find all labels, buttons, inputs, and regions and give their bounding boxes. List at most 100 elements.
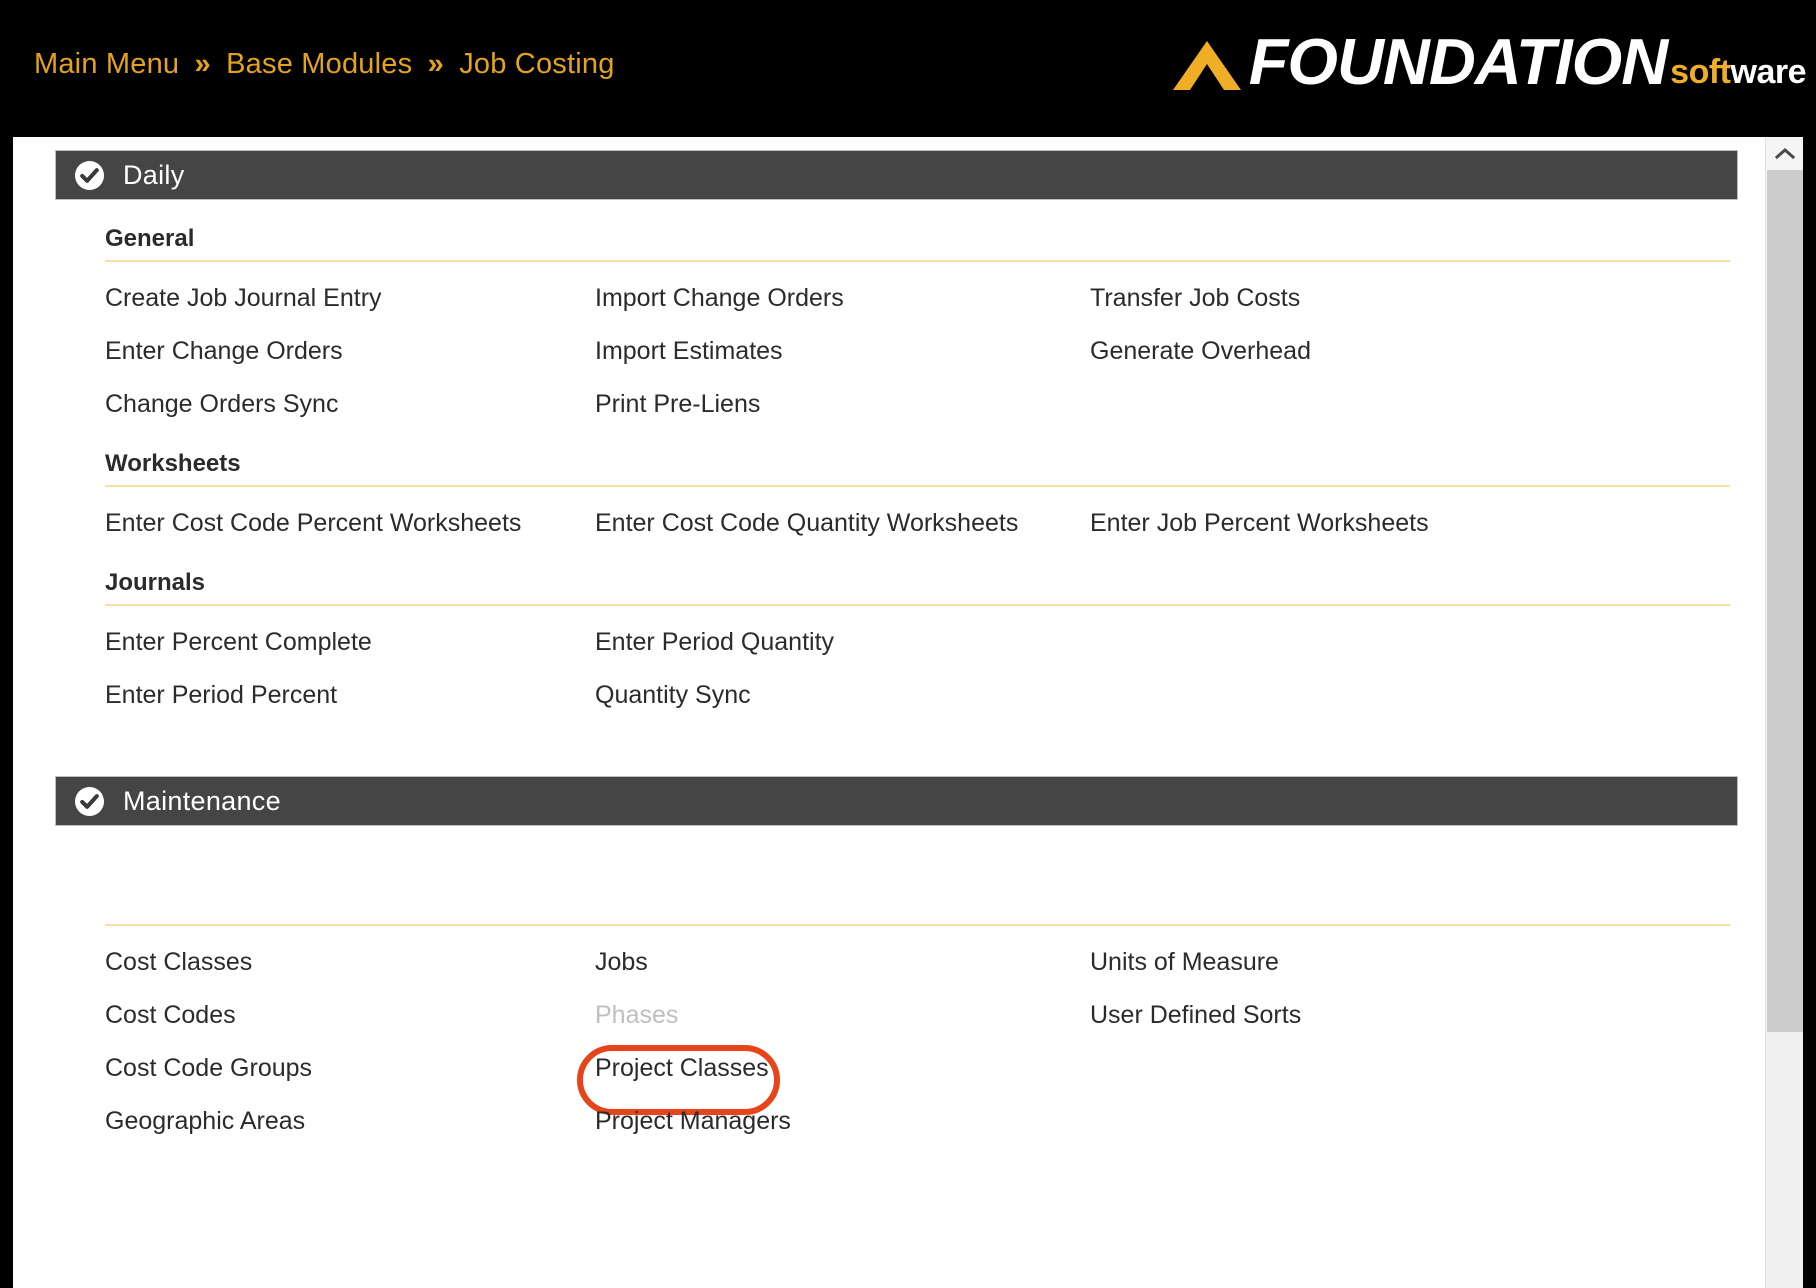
foundation-software-logo: FOUNDATION software xyxy=(1171,22,1806,94)
menu-link-enter-period-percent[interactable]: Enter Period Percent xyxy=(55,681,545,710)
menu-link-enter-change-orders[interactable]: Enter Change Orders xyxy=(55,337,545,366)
menu-link-label: Enter Period Percent xyxy=(105,681,338,709)
section-daily: Daily General Create Job Journal Entry Impo… xyxy=(13,150,1765,722)
menu-row: Enter Percent Complete Enter Period Quant… xyxy=(55,616,1738,669)
menu-row: Enter Change Orders Import Estimates Gener… xyxy=(55,325,1738,378)
menu-link-label: Enter Job Percent Worksheets xyxy=(1090,509,1429,537)
menu-link-create-job-journal-entry[interactable]: Create Job Journal Entry xyxy=(55,284,545,313)
group: General Create Job Journal Entry Import Ch… xyxy=(55,222,1738,431)
menu-link-generate-overhead[interactable]: Generate Overhead xyxy=(1040,337,1640,366)
group-links: Enter Cost Code Percent Worksheets Enter … xyxy=(55,487,1738,550)
menu-link-cost-classes[interactable]: Cost Classes xyxy=(55,948,545,977)
menu-link-label: Generate Overhead xyxy=(1090,337,1311,365)
menu-row: Create Job Journal Entry Import Change Or… xyxy=(55,272,1738,325)
logo-suffix-ware: ware xyxy=(1730,53,1807,91)
menu-link-label: Enter Percent Complete xyxy=(105,628,372,656)
menu-link-label: Print Pre-Liens xyxy=(595,390,761,418)
section-maintenance: Maintenance Cost Classes Jobs Units of Meas… xyxy=(13,776,1765,1148)
breadcrumb: Main Menu » Base Modules » Job Costing xyxy=(34,48,615,81)
menu-link-label: Jobs xyxy=(595,948,648,976)
menu-link-import-estimates[interactable]: Import Estimates xyxy=(545,337,1040,366)
check-circle-icon xyxy=(74,786,105,816)
breadcrumb-separator-icon: » xyxy=(194,48,211,80)
menu-row: Cost Code Groups Project Classes xyxy=(55,1042,1738,1115)
menu-link-project-managers[interactable]: Project Managers xyxy=(545,1107,1040,1136)
menu-link-label: User Defined Sorts xyxy=(1090,1001,1302,1029)
section-body-maintenance: Cost Classes Jobs Units of Measure Cost Cod… xyxy=(55,826,1738,1148)
menu-link-label: Enter Change Orders xyxy=(105,337,343,365)
menu-row: Cost Codes Phases User Defined Sorts xyxy=(55,989,1738,1042)
section-header-maintenance[interactable]: Maintenance xyxy=(55,776,1738,826)
menu-link-print-pre-liens[interactable]: Print Pre-Liens xyxy=(545,390,1040,419)
group-title xyxy=(55,848,1738,920)
group: Worksheets Enter Cost Code Percent Worksh… xyxy=(55,447,1738,550)
menu-link-transfer-job-costs[interactable]: Transfer Job Costs xyxy=(1040,284,1640,313)
menu-link-label: Cost Classes xyxy=(105,948,253,976)
menu-link-phases: Phases xyxy=(545,1001,1040,1030)
menu-content: Daily General Create Job Journal Entry Impo… xyxy=(13,137,1765,1288)
menu-link-cost-codes[interactable]: Cost Codes xyxy=(55,1001,545,1030)
breadcrumb-item-job-costing[interactable]: Job Costing xyxy=(459,48,614,80)
menu-link-label: Enter Period Quantity xyxy=(595,628,835,656)
group-title: Worksheets xyxy=(105,450,241,477)
menu-link-label: Cost Codes xyxy=(105,1001,236,1029)
menu-row: Change Orders Sync Print Pre-Liens xyxy=(55,378,1738,431)
scrollbar-track[interactable] xyxy=(1767,1032,1803,1288)
logo-wordmark: FOUNDATION xyxy=(1248,25,1668,99)
breadcrumb-separator-icon: » xyxy=(427,48,444,80)
menu-link-cost-code-groups[interactable]: Cost Code Groups xyxy=(55,1054,545,1083)
menu-row: Cost Classes Jobs Units of Measure xyxy=(55,936,1738,989)
scrollbar-up-button[interactable] xyxy=(1766,137,1803,170)
menu-link-label: Project Classes xyxy=(595,1054,769,1082)
group-title: Journals xyxy=(105,569,206,596)
menu-link-label: Cost Code Groups xyxy=(105,1054,313,1082)
menu-link-label: Transfer Job Costs xyxy=(1090,284,1301,312)
menu-link-geographic-areas[interactable]: Geographic Areas xyxy=(55,1107,545,1136)
menu-link-label: Enter Cost Code Quantity Worksheets xyxy=(595,509,1019,537)
vertical-scrollbar[interactable] xyxy=(1765,137,1803,1288)
menu-link-user-defined-sorts[interactable]: User Defined Sorts xyxy=(1040,1001,1640,1030)
menu-link-units-of-measure[interactable]: Units of Measure xyxy=(1040,948,1640,977)
menu-link-label: Geographic Areas xyxy=(105,1107,306,1135)
chevron-up-icon xyxy=(1775,148,1795,160)
menu-link-label: Phases xyxy=(595,1001,679,1029)
logo-suffix-soft: soft xyxy=(1670,53,1731,91)
chevron-up-icon xyxy=(1172,41,1241,90)
section-title: Daily xyxy=(123,159,185,190)
group-links: Cost Classes Jobs Units of Measure Cost Cod… xyxy=(55,926,1738,1148)
menu-link-change-orders-sync[interactable]: Change Orders Sync xyxy=(55,390,545,419)
menu-row: Geographic Areas Project Managers xyxy=(55,1095,1738,1148)
menu-link-label: Import Estimates xyxy=(595,337,783,365)
breadcrumb-item-main-menu[interactable]: Main Menu xyxy=(34,48,179,80)
menu-link-enter-cost-code-quantity-worksheets[interactable]: Enter Cost Code Quantity Worksheets xyxy=(545,509,1040,538)
application-window: Main Menu » Base Modules » Job Costing F… xyxy=(0,0,1816,1288)
menu-link-jobs[interactable]: Jobs xyxy=(545,948,1040,977)
menu-link-label: Units of Measure xyxy=(1090,948,1279,976)
menu-link-label: Quantity Sync xyxy=(595,681,751,709)
menu-row: Enter Cost Code Percent Worksheets Enter … xyxy=(55,497,1738,550)
top-header-bar: Main Menu » Base Modules » Job Costing F… xyxy=(0,0,1816,137)
menu-link-label: Change Orders Sync xyxy=(105,390,339,418)
breadcrumb-item-base-modules[interactable]: Base Modules xyxy=(226,48,412,80)
menu-link-enter-percent-complete[interactable]: Enter Percent Complete xyxy=(55,628,545,657)
menu-link-import-change-orders[interactable]: Import Change Orders xyxy=(545,284,1040,313)
menu-link-enter-job-percent-worksheets[interactable]: Enter Job Percent Worksheets xyxy=(1040,509,1640,538)
menu-link-label: Import Change Orders xyxy=(595,284,844,312)
menu-link-label: Create Job Journal Entry xyxy=(105,284,382,312)
menu-link-label: Project Managers xyxy=(595,1107,791,1135)
menu-link-project-classes[interactable]: Project Classes xyxy=(545,1045,1040,1115)
page-container: Daily General Create Job Journal Entry Impo… xyxy=(13,137,1803,1288)
group-links: Create Job Journal Entry Import Change Or… xyxy=(55,262,1738,431)
menu-link-enter-period-quantity[interactable]: Enter Period Quantity xyxy=(545,628,1040,657)
menu-link-label: Enter Cost Code Percent Worksheets xyxy=(105,509,522,537)
section-header-daily[interactable]: Daily xyxy=(55,150,1738,200)
group: Journals Enter Percent Complete Enter Peri… xyxy=(55,566,1738,722)
scrollbar-thumb[interactable] xyxy=(1767,170,1803,1032)
menu-row: Enter Period Percent Quantity Sync xyxy=(55,669,1738,722)
menu-link-enter-cost-code-percent-worksheets[interactable]: Enter Cost Code Percent Worksheets xyxy=(55,509,545,538)
check-circle-icon xyxy=(74,160,105,190)
section-title: Maintenance xyxy=(123,785,281,816)
group: Cost Classes Jobs Units of Measure Cost Cod… xyxy=(55,848,1738,1148)
menu-link-quantity-sync[interactable]: Quantity Sync xyxy=(545,681,1040,710)
